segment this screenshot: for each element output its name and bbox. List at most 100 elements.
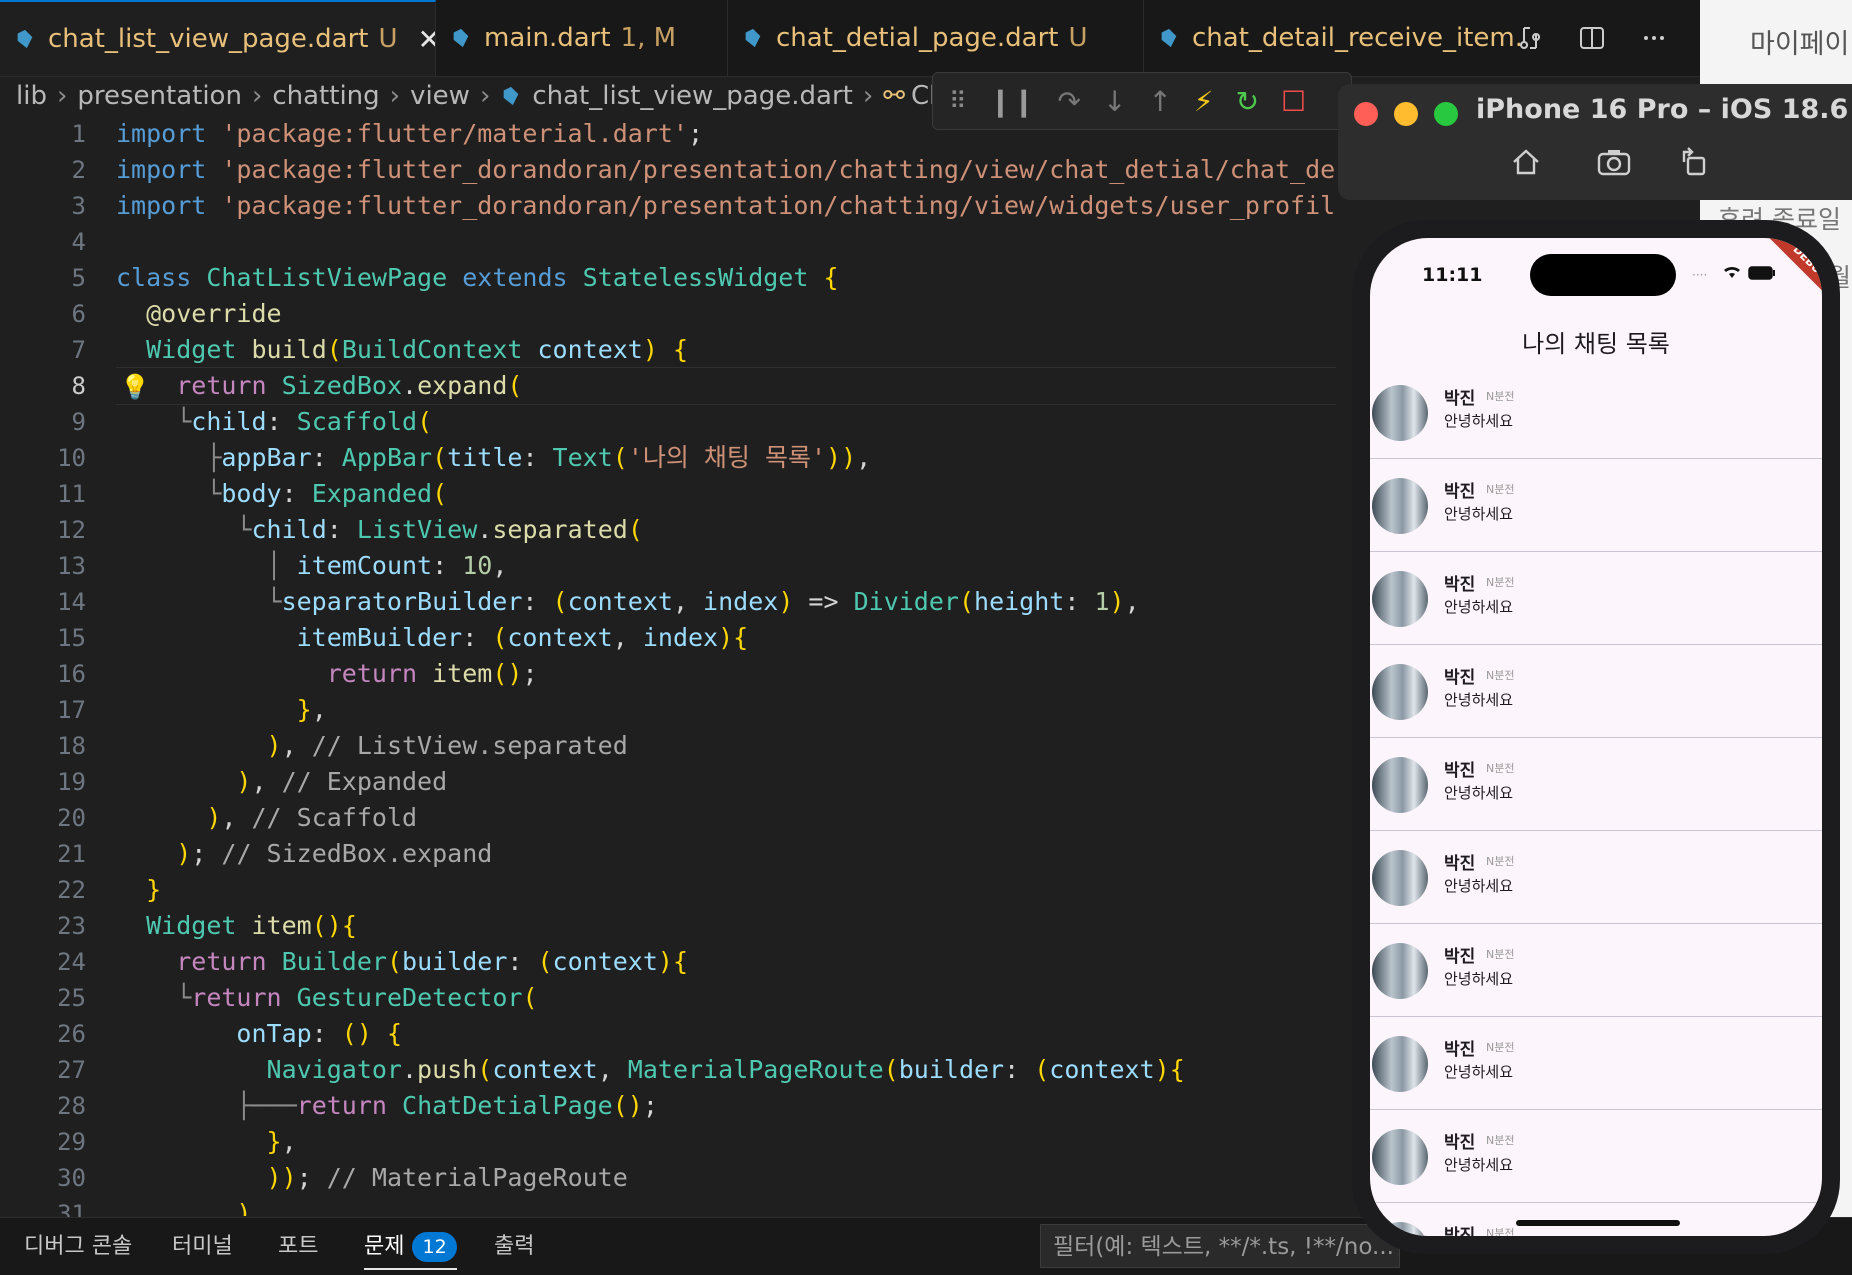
avatar [1372, 943, 1428, 999]
drag-handle-icon[interactable]: ⠿ [949, 87, 967, 115]
close-icon[interactable]: ✕ [418, 23, 435, 56]
tab-main[interactable]: main.dart 1, M [436, 0, 728, 76]
code-line: └child: Scaffold( [176, 407, 433, 436]
dart-file-icon [453, 28, 469, 48]
step-over-icon[interactable]: ↷ [1058, 85, 1081, 118]
restart-icon[interactable]: ↻ [1236, 85, 1259, 118]
breadcrumb-item[interactable]: view [410, 81, 470, 111]
dart-file-icon [17, 29, 33, 49]
split-editor-icon[interactable] [1578, 24, 1606, 52]
compare-changes-icon[interactable] [1516, 24, 1544, 52]
chat-time: N분전 [1486, 669, 1515, 682]
iphone-simulator: 11:11 ···· DEBUG 나의 채팅 목록 박진 N분전 안녕하세요 박진 N분… [1352, 220, 1840, 1254]
chat-list-item[interactable]: 박진 N분전안녕하세요 [1370, 831, 1822, 924]
problems-filter-input[interactable]: 필터(예: 텍스트, **/*.ts, !**/no... [1040, 1224, 1400, 1268]
code-line: ) [236, 1199, 252, 1216]
more-actions-icon[interactable] [1640, 24, 1668, 52]
code-line: │ itemCount: 10, [266, 551, 508, 580]
tab-label: chat_list_view_page.dart [48, 24, 369, 54]
stop-icon[interactable]: ☐ [1281, 85, 1306, 118]
background-window-text: 마이페이 [1750, 29, 1850, 60]
breadcrumb-item[interactable]: lib [16, 81, 47, 111]
tab-chat-list-view-page[interactable]: chat_list_view_page.dart U ✕ [0, 0, 436, 76]
chat-list-item[interactable]: 박진 N분전안녕하세요 [1370, 645, 1822, 738]
tab-status: U [1068, 23, 1088, 53]
chat-time: N분전 [1486, 1227, 1515, 1236]
zoom-window-button[interactable] [1434, 102, 1458, 126]
code-line: Navigator.push(context, MaterialPageRout… [266, 1055, 1185, 1084]
tab-problems[interactable]: 문제 12 [364, 1228, 457, 1270]
close-window-button[interactable] [1354, 102, 1378, 126]
line-number: 7 [71, 336, 86, 364]
line-number: 23 [57, 912, 86, 940]
code-line: import 'package:flutter_dorandoran/prese… [116, 155, 1336, 184]
chat-last-message: 안녕하세요 [1444, 505, 1514, 523]
line-number: 25 [57, 984, 86, 1012]
chevron-right-icon: › [862, 81, 874, 111]
app-bar-title: 나의 채팅 목록 [1522, 330, 1670, 358]
chat-list-item[interactable]: 박진 N분전안녕하세요 [1370, 738, 1822, 831]
line-number: 19 [57, 768, 86, 796]
pause-icon[interactable]: ❙❙ [989, 85, 1036, 118]
code-line: Widget item(){ [146, 911, 357, 940]
chat-list-item[interactable]: 박진 N분전안녕하세요 [1370, 552, 1822, 645]
tab-status: U [378, 24, 398, 54]
code-line: └body: Expanded( [206, 479, 448, 508]
chat-user-name: 박진 [1444, 389, 1476, 409]
home-icon[interactable] [1510, 146, 1542, 178]
screenshot-icon[interactable] [1596, 146, 1632, 178]
line-number: 8 [71, 372, 86, 400]
chat-list-item[interactable]: 박진 N분전안녕하세요 [1370, 924, 1822, 1017]
status-bar-clock: 11:11 [1422, 264, 1483, 286]
code-line: └child: ListView.separated( [236, 515, 643, 544]
chat-list-item[interactable]: 박진 N분전안녕하세요 [1370, 1110, 1822, 1203]
breadcrumb-item[interactable]: chat_list_view_page.dart [532, 81, 852, 111]
chat-time: N분전 [1486, 762, 1515, 775]
tab-debug-console[interactable]: 디버그 콘솔 [24, 1228, 132, 1260]
cellular-signal-icon: ···· [1692, 268, 1708, 282]
line-number: 16 [57, 660, 86, 688]
chat-list: 박진 N분전 안녕하세요 박진 N분전 안녕하세요 박진 N분전 안녕하세요 박진 N분전 안녕하세요… [1370, 366, 1822, 1236]
step-out-icon[interactable]: ↑ [1148, 85, 1171, 118]
breadcrumb-item[interactable]: chatting [272, 81, 379, 111]
rotate-icon[interactable] [1678, 146, 1710, 178]
chat-list-item[interactable]: 박진 N분전안녕하세요 [1370, 1017, 1822, 1110]
chat-list-item[interactable]: 박진 N분전안녕하세요 [1370, 459, 1822, 552]
chat-list-item[interactable]: 박진 N분전안녕하세요 [1370, 366, 1822, 459]
tab-ports[interactable]: 포트 [278, 1228, 318, 1260]
line-number: 5 [71, 264, 86, 292]
code-editor[interactable]: import 'package:flutter/material.dart'; i… [116, 116, 1336, 1216]
chat-user-name: 박진 [1444, 668, 1476, 688]
minimize-window-button[interactable] [1394, 102, 1418, 126]
code-line: return Builder(builder: (context){ [176, 947, 689, 976]
tab-terminal[interactable]: 터미널 [172, 1228, 233, 1260]
line-number: 20 [57, 804, 86, 832]
line-number: 17 [57, 696, 86, 724]
chat-user-name: 박진 [1444, 482, 1476, 502]
line-number: 22 [57, 876, 86, 904]
line-number: 21 [57, 840, 86, 868]
chat-last-message: 안녕하세요 [1444, 784, 1514, 802]
code-line: } [146, 875, 162, 904]
tab-output[interactable]: 출력 [494, 1228, 534, 1260]
tab-chat-detail-receive-item[interactable]: chat_detail_receive_item. [1144, 0, 1534, 76]
line-number: 9 [71, 408, 86, 436]
breadcrumb-item[interactable]: presentation [77, 81, 242, 111]
hot-reload-icon[interactable]: ⚡ [1194, 85, 1214, 118]
chat-time: N분전 [1486, 483, 1515, 496]
code-line: class ChatListViewPage extends Stateless… [116, 263, 839, 292]
tab-chat-detial-page[interactable]: chat_detial_page.dart U [728, 0, 1144, 76]
code-line: ), // Expanded [236, 767, 448, 796]
chat-time: N분전 [1486, 1041, 1515, 1054]
line-number: 3 [71, 192, 86, 220]
step-into-icon[interactable]: ↓ [1103, 85, 1126, 118]
chat-last-message: 안녕하세요 [1444, 877, 1514, 895]
line-number: 12 [57, 516, 86, 544]
code-line: ├appBar: AppBar(title: Text('나의 채팅 목록'))… [206, 443, 872, 472]
code-line: ├───return ChatDetialPage(); [236, 1091, 658, 1120]
chat-time: N분전 [1486, 390, 1515, 403]
avatar [1372, 850, 1428, 906]
chat-last-message: 안녕하세요 [1444, 1156, 1514, 1174]
tab-label: chat_detail_receive_item. [1192, 23, 1523, 53]
code-line: import 'package:flutter/material.dart'; [116, 119, 704, 148]
